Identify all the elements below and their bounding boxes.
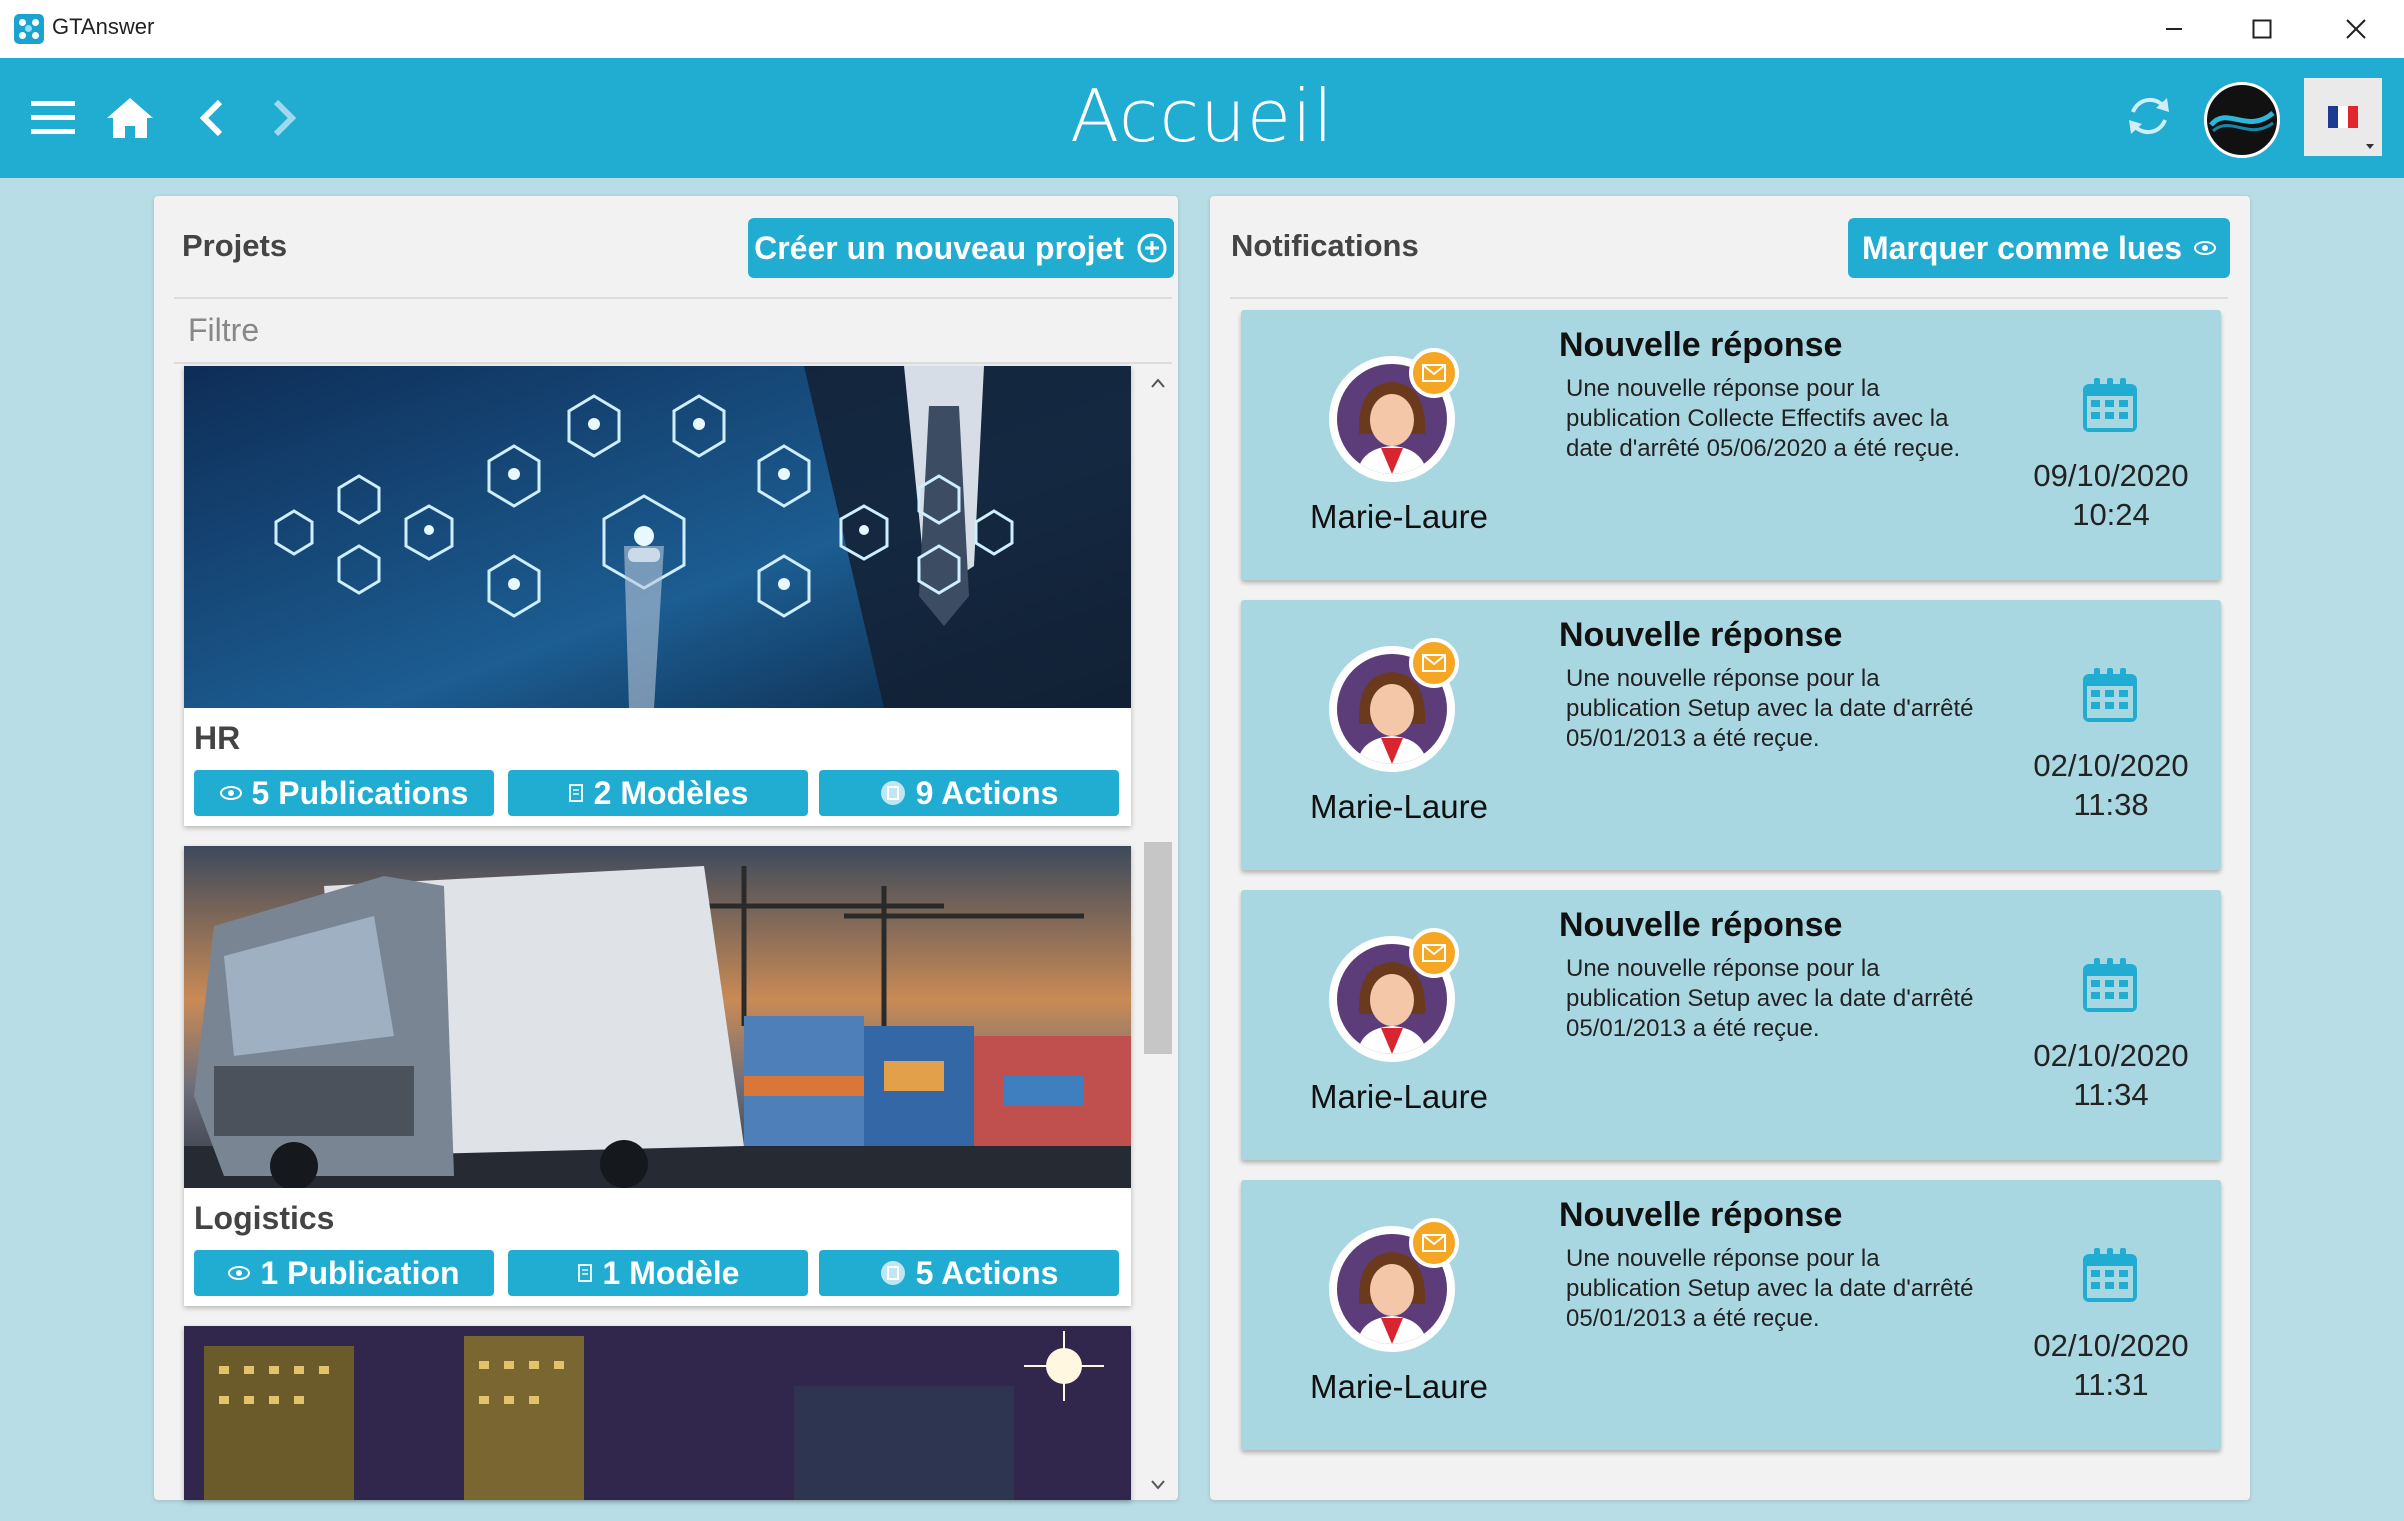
notification-date: 02/10/2020 [2033, 1038, 2189, 1073]
eye-icon [2194, 241, 2217, 255]
notification-card[interactable]: Marie-Laure Nouvelle réponse Une nouvell… [1241, 310, 2221, 580]
mark-read-button[interactable]: Marquer comme lues [1848, 218, 2230, 278]
publications-button[interactable]: 1 Publication [194, 1250, 494, 1296]
refresh-button[interactable] [2122, 92, 2176, 140]
actions-button[interactable]: 5 Actions [819, 1250, 1119, 1296]
actions-icon [880, 781, 905, 805]
notification-date: 09/10/2020 [2033, 458, 2189, 493]
logistics-project-image [184, 846, 1131, 1188]
models-button[interactable]: 1 Modèle [508, 1250, 808, 1296]
eye-icon [219, 786, 242, 800]
notification-time: 10:24 [2072, 497, 2150, 532]
project-name: HR [194, 720, 241, 756]
eye-icon [228, 1266, 251, 1280]
app-header: Accueil [0, 58, 2404, 178]
logistics-truck-image-icon [184, 846, 1131, 1188]
notification-author: Marie-Laure [1310, 788, 1488, 825]
notification-datetime: 02/10/2020 11:34 [2011, 1036, 2211, 1114]
notification-card[interactable]: Marie-Laure Nouvelle réponse Une nouvell… [1241, 890, 2221, 1160]
filter-input[interactable]: Filtre [188, 312, 259, 349]
notification-datetime: 02/10/2020 11:31 [2011, 1326, 2211, 1404]
france-flag-icon [2328, 106, 2374, 149]
notification-author: Marie-Laure [1310, 1368, 1488, 1405]
minimize-icon [2166, 28, 2182, 30]
notification-datetime: 09/10/2020 10:24 [2011, 456, 2211, 534]
plus-circle-icon [1137, 233, 1167, 263]
page-title: Accueil [1069, 74, 1335, 158]
project-card-logistics[interactable]: Logistics 1 Publication 1 Modèle 5 Actio… [184, 846, 1131, 1306]
refresh-icon [2129, 97, 2169, 135]
mail-badge-icon [1409, 1218, 1459, 1268]
notification-title: Nouvelle réponse [1559, 616, 1843, 654]
notification-time: 11:34 [2073, 1077, 2149, 1112]
chevron-down-icon [1151, 1480, 1165, 1490]
notification-time: 11:38 [2073, 787, 2149, 822]
notification-body: Une nouvelle réponse pour la publication… [1566, 1245, 1974, 1332]
models-count: 2 Modèles [593, 774, 749, 811]
calendar-icon [2081, 376, 2139, 439]
mail-badge-icon [1409, 928, 1459, 978]
projects-divider [174, 297, 1172, 299]
notification-datetime: 02/10/2020 11:38 [2011, 746, 2211, 824]
notification-date: 02/10/2020 [2033, 748, 2189, 783]
dropdown-caret-icon [2366, 144, 2374, 149]
create-project-button[interactable]: Créer un nouveau projet [748, 218, 1174, 278]
language-selector[interactable] [2304, 78, 2382, 156]
hr-project-image [184, 366, 1131, 708]
publications-count: 1 Publication [260, 1254, 460, 1291]
window-title-bar: GTAnswer [0, 0, 2404, 59]
actions-count: 9 Actions [915, 774, 1059, 811]
calendar-icon [2081, 666, 2139, 729]
calendar-icon [2081, 1246, 2139, 1309]
maximize-icon [2252, 19, 2272, 39]
calendar-icon [2081, 956, 2139, 1019]
avatar-image-icon [2209, 110, 2275, 133]
notification-card[interactable]: Marie-Laure Nouvelle réponse Une nouvell… [1241, 1180, 2221, 1450]
notification-title: Nouvelle réponse [1559, 326, 1843, 364]
user-avatar[interactable] [2204, 82, 2280, 158]
notification-title: Nouvelle réponse [1559, 1196, 1843, 1234]
actions-button[interactable]: 9 Actions [819, 770, 1119, 816]
projects-scrollbar-thumb[interactable] [1144, 842, 1172, 1054]
project-card-hr[interactable]: HR 5 Publications 2 Modèles 9 Actions [184, 366, 1131, 826]
publications-button[interactable]: 5 Publications [194, 770, 494, 816]
actions-count: 5 Actions [915, 1254, 1059, 1291]
models-button[interactable]: 2 Modèles [508, 770, 808, 816]
create-project-label: Créer un nouveau projet [754, 229, 1124, 266]
mail-badge-icon [1409, 348, 1459, 398]
project-name: Logistics [194, 1200, 335, 1236]
scroll-down-button[interactable] [1146, 1474, 1170, 1498]
project-card-city[interactable] [184, 1326, 1131, 1500]
window-title: GTAnswer [52, 14, 155, 39]
city-project-image-icon [184, 1326, 1131, 1500]
notification-body: Une nouvelle réponse pour la publication… [1566, 375, 1961, 462]
filter-divider [174, 362, 1172, 364]
notification-card[interactable]: Marie-Laure Nouvelle réponse Une nouvell… [1241, 600, 2221, 870]
notification-body: Une nouvelle réponse pour la publication… [1566, 665, 1974, 752]
notification-author: Marie-Laure [1310, 1078, 1488, 1115]
mark-read-label: Marquer comme lues [1861, 229, 2183, 266]
notifications-heading: Notifications [1231, 228, 1419, 263]
notification-date: 02/10/2020 [2033, 1328, 2189, 1363]
chevron-up-icon [1151, 378, 1165, 388]
notification-body: Une nouvelle réponse pour la publication… [1566, 955, 1974, 1042]
actions-icon [880, 1261, 905, 1285]
notification-title: Nouvelle réponse [1559, 906, 1843, 944]
notifications-divider [1230, 297, 2228, 299]
models-count: 1 Modèle [602, 1254, 740, 1291]
close-window-button[interactable] [2310, 0, 2402, 58]
hr-network-image-icon [184, 366, 1131, 708]
scroll-up-button[interactable] [1146, 372, 1170, 396]
document-icon [577, 1264, 592, 1282]
close-icon [2346, 19, 2366, 39]
document-icon [568, 784, 583, 802]
publications-count: 5 Publications [251, 774, 469, 811]
notification-time: 11:31 [2073, 1367, 2149, 1402]
projects-heading: Projets [182, 228, 288, 263]
notification-author: Marie-Laure [1310, 498, 1488, 535]
minimize-button[interactable] [2128, 0, 2220, 58]
app-logo-icon [14, 14, 44, 44]
maximize-button[interactable] [2216, 0, 2308, 58]
mail-badge-icon [1409, 638, 1459, 688]
